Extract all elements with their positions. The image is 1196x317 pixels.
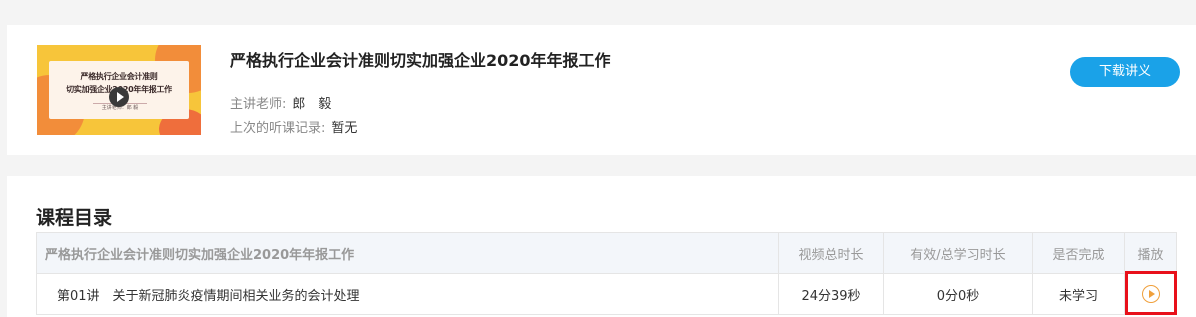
last-record-label: 上次的听课记录: <box>230 121 326 136</box>
last-record-value: 暂无 <box>331 121 358 136</box>
column-header-duration: 视频总时长 <box>778 232 884 274</box>
lesson-title[interactable]: 第01讲 关于新冠肺炎疫情期间相关业务的会计处理 <box>36 273 779 315</box>
teacher-label: 主讲老师: <box>230 97 287 112</box>
video-duration: 24分39秒 <box>778 273 884 315</box>
teacher-info: 主讲老师: 郎 毅 <box>230 93 331 112</box>
column-header-course: 严格执行企业会计准则切实加强企业2020年年报工作 <box>36 232 779 274</box>
course-catalog-card: 课程目录 严格执行企业会计准则切实加强企业2020年年报工作 视频总时长 有效/… <box>7 176 1196 317</box>
column-header-play: 播放 <box>1124 232 1177 274</box>
download-notes-button[interactable]: 下载讲义 <box>1070 57 1180 87</box>
play-circle-icon[interactable] <box>1141 285 1160 303</box>
last-record-info: 上次的听课记录: 暂无 <box>230 117 357 136</box>
thumbnail-play-icon[interactable] <box>109 87 129 107</box>
column-header-study-time: 有效/总学习时长 <box>883 232 1033 274</box>
column-header-completed: 是否完成 <box>1032 232 1125 274</box>
thumbnail-title-line1: 严格执行企业会计准则 <box>80 72 158 81</box>
play-cell[interactable] <box>1124 273 1177 315</box>
course-header-card: 严格执行企业会计准则 切实加强企业2020年年报工作 主讲老师：郎 毅 严格执行… <box>7 25 1196 155</box>
catalog-header-row: 严格执行企业会计准则切实加强企业2020年年报工作 视频总时长 有效/总学习时长… <box>36 232 1177 274</box>
teacher-name: 郎 毅 <box>292 97 332 112</box>
completion-status: 未学习 <box>1032 273 1125 315</box>
catalog-title: 课程目录 <box>36 207 113 229</box>
study-time: 0分0秒 <box>883 273 1033 315</box>
course-title: 严格执行企业会计准则切实加强企业2020年年报工作 <box>230 51 611 70</box>
course-thumbnail[interactable]: 严格执行企业会计准则 切实加强企业2020年年报工作 主讲老师：郎 毅 <box>37 45 201 135</box>
catalog-table: 严格执行企业会计准则切实加强企业2020年年报工作 视频总时长 有效/总学习时长… <box>36 232 1177 315</box>
table-row[interactable]: 第01讲 关于新冠肺炎疫情期间相关业务的会计处理 24分39秒 0分0秒 未学习 <box>36 273 1177 315</box>
